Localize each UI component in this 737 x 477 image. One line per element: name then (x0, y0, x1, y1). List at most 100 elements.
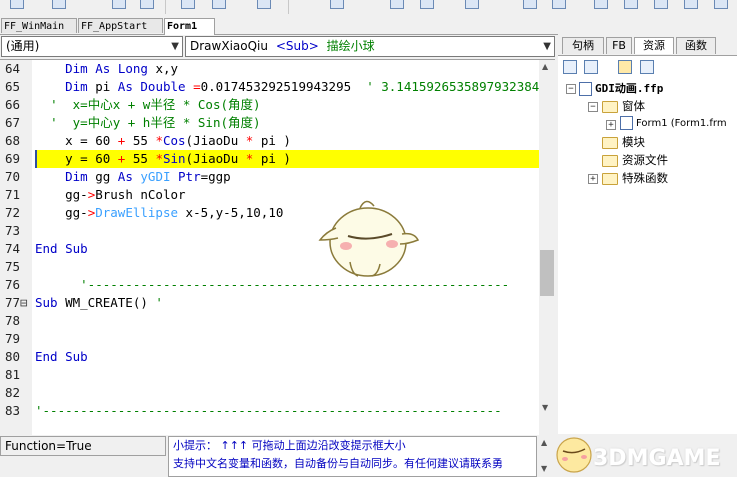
line-number: 77 (4, 295, 20, 310)
open-file-icon[interactable] (52, 0, 66, 9)
chevron-down-icon: ▼ (543, 41, 551, 52)
code-line[interactable]: 76 '------------------------------------… (0, 276, 540, 294)
scroll-up-icon[interactable]: ▲ (542, 62, 548, 71)
line-number: 72 (4, 205, 20, 220)
expand-special-icon[interactable]: + (588, 174, 598, 184)
code-text: x = 60 + 55 *Cos(JiaoDu * pi ) (35, 133, 291, 148)
forward-icon[interactable] (654, 0, 668, 9)
tab-ff-appstart[interactable]: FF_AppStart (78, 18, 163, 33)
align-icon[interactable] (257, 0, 271, 9)
code-text: End Sub (35, 349, 88, 364)
view-tree-icon[interactable] (618, 60, 632, 74)
line-number: 64 (4, 61, 20, 76)
procedure-badge: <Sub> (275, 39, 319, 53)
code-line[interactable]: 72 gg->DrawEllipse x-5,y-5,10,10 (0, 204, 540, 222)
code-text: gg->DrawEllipse x-5,y-5,10,10 (35, 205, 284, 220)
code-line[interactable]: 81 (0, 366, 540, 384)
code-line[interactable]: 73 (0, 222, 540, 240)
tree-folder-special-label: 特殊函数 (622, 171, 668, 185)
code-text: ' y=中心y + h半径 * Sin(角度) (50, 115, 261, 130)
code-line[interactable]: 77 ⊟ Sub WM_CREATE() ' (0, 294, 540, 312)
scroll-down-icon[interactable]: ▼ (541, 464, 547, 473)
help-icon[interactable] (714, 0, 728, 9)
expand-form-icon[interactable]: + (606, 120, 616, 130)
new-file-icon[interactable] (10, 0, 24, 9)
close-icon[interactable] (684, 0, 698, 9)
code-line[interactable]: 68 x = 60 + 55 *Cos(JiaoDu * pi ) (0, 132, 540, 150)
line-number: 70 (4, 169, 20, 184)
procedure-combo[interactable]: DrawXiaoQiu <Sub> 描绘小球 ▼ (185, 36, 555, 57)
hint-line-1: 小提示： ↑↑↑ 可拖动上面边沿改变提示框大小 (173, 439, 406, 452)
view-detail-icon[interactable] (640, 60, 654, 74)
status-bar: Function=True (0, 436, 166, 456)
form-icon (620, 116, 633, 130)
collapse-root-icon[interactable]: − (566, 84, 576, 94)
line-number: 82 (4, 385, 20, 400)
settings-icon[interactable] (552, 0, 566, 9)
tree-folder-resource[interactable]: 资源文件 (602, 151, 668, 169)
folder-open-icon (602, 100, 618, 113)
tree-item-form1[interactable]: Form1 (Form1.frm (620, 115, 727, 133)
tree-folder-window-label: 窗体 (622, 99, 645, 113)
tab-ff-winmain[interactable]: FF_WinMain (1, 18, 77, 33)
code-line[interactable]: 82 (0, 384, 540, 402)
code-editor[interactable]: 64 Dim As Long x,y 65 Dim pi As Double =0… (0, 59, 555, 435)
tab-form1[interactable]: Form1 (164, 18, 215, 35)
tab-fb[interactable]: FB (606, 37, 632, 54)
tab-functions[interactable]: 函数 (676, 37, 716, 54)
mascot-image (318, 200, 420, 277)
tree-folder-special[interactable]: 特殊函数 (602, 169, 668, 187)
comment-icon[interactable] (330, 0, 344, 9)
toolbar (0, 0, 737, 17)
save-all-icon[interactable] (140, 0, 154, 9)
format-icon[interactable] (465, 0, 479, 9)
folder-icon (602, 154, 618, 167)
code-line[interactable]: 71 gg->Brush nColor (0, 186, 540, 204)
run-icon[interactable] (523, 0, 537, 9)
tree-root[interactable]: GDI动画.ffp (579, 79, 663, 97)
code-line[interactable]: 64 Dim As Long x,y (0, 60, 540, 78)
list-icon[interactable] (390, 0, 404, 9)
code-line[interactable]: 69 y = 60 + 55 *Sin(JiaoDu * pi ) (0, 150, 540, 168)
line-number: 78 (4, 313, 20, 328)
hint-box: 小提示： ↑↑↑ 可拖动上面边沿改变提示框大小 支持中文名变量和函数，自动备份与… (168, 436, 537, 477)
code-line[interactable]: 83 '-------------------------------------… (0, 402, 540, 420)
scroll-down-icon[interactable]: ▼ (542, 403, 548, 412)
code-line[interactable]: 70 Dim gg As yGDI Ptr=ggp (0, 168, 540, 186)
collapse-window-icon[interactable]: − (588, 102, 598, 112)
code-line[interactable]: 67 ' y=中心y + h半径 * Sin(角度) (0, 114, 540, 132)
list2-icon[interactable] (420, 0, 434, 9)
save-icon[interactable] (112, 0, 126, 9)
procedure-desc: 描绘小球 (326, 39, 375, 53)
scrollbar-thumb[interactable] (540, 250, 554, 296)
view-form-icon[interactable] (584, 60, 598, 74)
scope-combo[interactable]: (通用) ▼ (1, 36, 183, 57)
tab-handles[interactable]: 句柄 (562, 37, 604, 54)
vertical-scrollbar[interactable]: ▲ ▼ (539, 60, 555, 435)
outdent-icon[interactable] (212, 0, 226, 9)
tree-item-form1-label: Form1 (Form1.frm (636, 118, 727, 129)
scroll-up-icon[interactable]: ▲ (541, 438, 547, 447)
fold-toggle-icon[interactable]: ⊟ (20, 294, 28, 312)
code-line[interactable]: 75 (0, 258, 540, 276)
tab-resources[interactable]: 资源 (634, 37, 674, 54)
procedure-name: DrawXiaoQiu (190, 39, 268, 53)
indent-icon[interactable] (181, 0, 195, 9)
tree-folder-module[interactable]: 模块 (602, 133, 645, 151)
code-line[interactable]: 80 End Sub (0, 348, 540, 366)
window-icon[interactable] (594, 0, 608, 9)
code-line[interactable]: 74 End Sub (0, 240, 540, 258)
code-text: End Sub (35, 241, 88, 256)
tree-folder-window[interactable]: 窗体 (602, 97, 645, 115)
code-text: '---------------------------------------… (35, 403, 502, 418)
hint-line-2: 支持中文名变量和函数，自动备份与自动同步。有任何建议请联系勇 (173, 457, 503, 470)
code-line[interactable]: 66 ' x=中心x + w半径 * Cos(角度) (0, 96, 540, 114)
line-number: 69 (4, 151, 20, 166)
back-icon[interactable] (624, 0, 638, 9)
code-line[interactable]: 65 Dim pi As Double =0.01745329251994329… (0, 78, 547, 96)
view-list-icon[interactable] (563, 60, 577, 74)
line-number: 68 (4, 133, 20, 148)
hint-scrollbar[interactable]: ▲ ▼ (537, 436, 553, 477)
code-line[interactable]: 79 (0, 330, 540, 348)
code-line[interactable]: 78 (0, 312, 540, 330)
